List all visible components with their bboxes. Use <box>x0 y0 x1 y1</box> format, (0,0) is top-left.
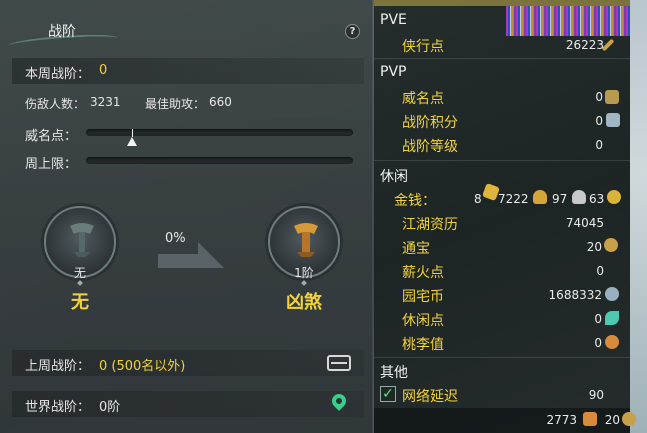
chest-icon[interactable] <box>327 355 351 371</box>
leisure-item-value: 74045 <box>565 216 604 230</box>
pve-item-value: 26223 <box>565 38 604 52</box>
leisure-item-value: 1688332 <box>548 288 602 302</box>
next-rank-name: 凶煞 <box>286 292 322 313</box>
kills-value: 3231 <box>90 95 121 109</box>
leisure-item-value: 0 <box>596 264 604 278</box>
leisure-item-label: 薪火点 <box>402 265 444 281</box>
decorative-stripes <box>506 6 630 36</box>
prestige-marker <box>127 137 137 146</box>
leisure-item-value: 0 <box>594 336 602 350</box>
world-rank-label: 世界战阶： <box>25 400 91 415</box>
weekly-rank-label: 本周战阶： <box>25 67 91 82</box>
pvp-item-label: 战阶积分 <box>402 115 458 131</box>
leisure-item-value: 20 <box>586 240 602 254</box>
last-week-value: 0 (500名以外) <box>99 359 186 374</box>
kills-label: 伤敌人数： <box>25 97 86 111</box>
section-divider <box>374 58 630 59</box>
leaf-icon <box>605 311 619 325</box>
weekly-cap-label: 周上限： <box>25 157 78 172</box>
pve-item-label: 侠行点 <box>402 39 444 55</box>
help-icon[interactable]: ? <box>345 24 360 39</box>
footer-value-b: 20 <box>604 413 620 427</box>
pvp-header: PVP <box>380 64 407 80</box>
pvp-item-label: 威名点 <box>402 91 444 107</box>
current-rank-name: 无 <box>71 292 89 313</box>
pvp-item-value: 0 <box>595 90 603 104</box>
leisure-item-label: 通宝 <box>402 241 430 257</box>
peach-icon <box>605 335 619 349</box>
weekly-cap-track <box>86 157 353 164</box>
currency-panel: PVE 侠行点 26223 PVP 威名点 0 战阶积分 0 战阶等级 0 休闲… <box>374 0 636 433</box>
assist-value: 660 <box>209 95 232 109</box>
network-delay-label: 网络延迟 <box>402 389 458 405</box>
section-divider <box>374 357 630 358</box>
footer-value-a: 2773 <box>546 413 577 427</box>
divider-diamond <box>301 280 307 286</box>
leisure-item-value: 0 <box>594 312 602 326</box>
money-copper-b: 63 <box>589 192 605 206</box>
coin-icon <box>622 412 636 426</box>
prestige-label: 威名点： <box>25 129 78 144</box>
leisure-item-label: 江湖资历 <box>402 217 458 233</box>
last-week-label: 上周战阶： <box>25 359 91 374</box>
pvp-item-value: 0 <box>595 114 603 128</box>
next-rank-caption: 1阶 <box>294 266 314 280</box>
boot-icon <box>583 412 597 426</box>
silver-ingot-icon <box>533 190 547 204</box>
leisure-header: 休闲 <box>380 169 408 185</box>
assist-label: 最佳助攻： <box>145 97 206 111</box>
prestige-icon <box>605 90 619 104</box>
panel-title: 战阶 <box>48 24 76 40</box>
scene-edge <box>630 0 647 433</box>
battle-rank-panel: 战阶 ? 本周战阶： 0 伤敌人数： 3231 最佳助攻： 660 威名点： 周… <box>0 0 373 433</box>
pve-header: PVE <box>380 12 407 28</box>
prestige-track <box>86 129 353 136</box>
leisure-item-label: 园宅币 <box>402 289 444 305</box>
weekly-rank-value: 0 <box>99 63 108 78</box>
prestige-marker-stem <box>132 129 133 137</box>
progress-arrow-icon <box>158 242 224 268</box>
network-delay-checkbox[interactable]: ✓ <box>380 386 396 402</box>
golden-banner-icon <box>294 223 318 257</box>
homestead-coin-icon <box>605 287 619 301</box>
world-rank-value: 0阶 <box>99 400 121 415</box>
banner-icon <box>70 223 94 257</box>
copper-coin-icon <box>607 190 621 204</box>
money-copper-a: 97 <box>552 192 568 206</box>
leisure-item-label: 休闲点 <box>402 313 444 329</box>
tongbao-coin-icon <box>604 238 618 252</box>
network-delay-value: 90 <box>588 388 604 402</box>
silver-coin-icon <box>572 190 586 204</box>
money-gold: 8 <box>474 192 482 206</box>
pvp-item-value: 0 <box>595 138 603 152</box>
other-header: 其他 <box>380 365 408 381</box>
pvp-item-label: 战阶等级 <box>402 139 458 155</box>
leisure-item-label: 桃李值 <box>402 337 444 353</box>
money-silver: 7222 <box>498 192 529 206</box>
rank-score-icon <box>606 113 620 127</box>
section-divider <box>374 160 630 161</box>
divider-diamond <box>77 280 83 286</box>
current-rank-caption: 无 <box>73 266 86 280</box>
money-label: 金钱： <box>394 193 436 209</box>
